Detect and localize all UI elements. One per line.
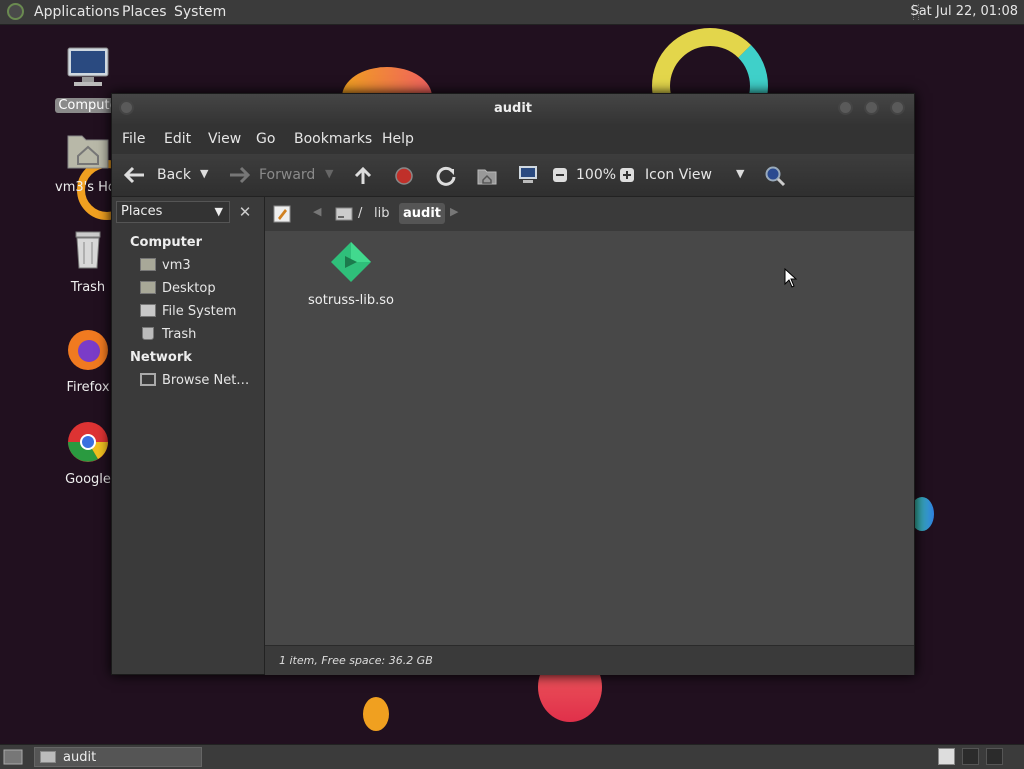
close-sidebar-icon[interactable]: ✕ (234, 201, 256, 223)
sidebar: Places ▼ ✕ Computer vm3 Desktop File Sys… (112, 197, 265, 674)
sidebar-selector-label: Places (121, 204, 163, 219)
drive-icon (140, 304, 156, 317)
sidebar-item-label: Desktop (162, 281, 216, 296)
sidebar-item-label: vm3 (162, 258, 191, 273)
minimize-button[interactable] (838, 100, 853, 115)
zoom-level[interactable]: 100% (576, 167, 616, 183)
clock[interactable]: Sat Jul 22, 01:08 (910, 4, 1018, 19)
maximize-button[interactable] (864, 100, 879, 115)
window-title: audit (493, 101, 532, 116)
drive-icon[interactable] (335, 206, 353, 222)
taskbar-item-audit[interactable]: audit (34, 747, 202, 767)
places-menu[interactable]: Places (122, 4, 167, 20)
menu-edit[interactable]: Edit (164, 131, 191, 147)
edit-location-icon[interactable] (273, 205, 291, 223)
menu-view[interactable]: View (208, 131, 241, 147)
sidebar-item-desktop[interactable]: Desktop (140, 281, 216, 296)
back-button[interactable]: Back (120, 162, 198, 188)
path-scroll-left-icon[interactable]: ◀ (313, 205, 321, 218)
system-menu[interactable]: System (174, 4, 226, 20)
taskbar-item-label: audit (63, 750, 97, 765)
sidebar-item-label: File System (162, 304, 237, 319)
file-view[interactable]: sotruss-lib.so (265, 231, 914, 645)
computer-icon[interactable] (517, 165, 539, 185)
zoom-out-icon[interactable] (552, 167, 568, 183)
path-segment-lib[interactable]: lib (374, 206, 389, 221)
shared-library-icon (331, 242, 371, 282)
up-arrow-icon[interactable] (353, 166, 373, 186)
workspace-2[interactable] (962, 748, 979, 765)
file-item[interactable]: sotruss-lib.so (303, 239, 399, 308)
sidebar-selector[interactable]: Places ▼ (116, 201, 230, 223)
chevron-down-icon: ▼ (736, 167, 745, 180)
forward-label: Forward (259, 167, 316, 183)
file-name: sotruss-lib.so (308, 293, 394, 308)
desktop-folder-icon (140, 281, 156, 294)
show-desktop-icon[interactable] (3, 748, 23, 766)
sidebar-item-browse-network[interactable]: Browse Net… (140, 373, 249, 388)
chrome-icon (68, 422, 108, 462)
workspace-3[interactable] (986, 748, 1003, 765)
zoom-in-icon[interactable] (619, 167, 635, 183)
path-separator: / (358, 206, 363, 221)
menu-bookmarks[interactable]: Bookmarks (294, 131, 372, 147)
sidebar-heading-network: Network (130, 350, 192, 365)
sidebar-item-vm3[interactable]: vm3 (140, 258, 191, 273)
search-icon[interactable] (764, 165, 786, 187)
trash-icon (142, 327, 154, 340)
menu-file[interactable]: File (122, 131, 145, 147)
location-bar: ◀ / lib audit ▶ (265, 197, 914, 231)
home-icon[interactable] (476, 166, 498, 186)
sidebar-heading-computer: Computer (130, 235, 203, 250)
sidebar-item-label: Trash (162, 327, 197, 342)
top-panel: Applications Places System Sat Jul 22, 0… (0, 0, 1024, 25)
forward-button[interactable]: Forward (224, 162, 320, 188)
workspace-1[interactable] (938, 748, 955, 765)
mouse-pointer-icon (784, 268, 798, 288)
sidebar-item-file-system[interactable]: File System (140, 304, 236, 319)
applications-menu[interactable]: Applications (34, 4, 120, 20)
stop-icon[interactable] (394, 166, 414, 186)
computer-icon (67, 47, 109, 86)
path-scroll-right-icon[interactable]: ▶ (450, 205, 458, 218)
back-label: Back (157, 167, 191, 183)
file-manager-window: audit File Edit View Go Bookmarks Help B… (111, 93, 915, 675)
path-segment-audit[interactable]: audit (399, 203, 446, 224)
menubar: File Edit View Go Bookmarks Help (112, 124, 914, 154)
home-folder-icon (140, 258, 156, 271)
bottom-panel: audit (0, 744, 1024, 769)
view-mode-select[interactable]: Icon View ▼ (640, 162, 752, 188)
toolbar: Back ▼ Forward ▼ 100% Icon View ▼ (112, 154, 914, 197)
home-folder-icon (67, 135, 109, 169)
menu-go[interactable]: Go (256, 131, 275, 147)
status-bar: 1 item, Free space: 36.2 GB (265, 645, 914, 675)
back-arrow-icon (124, 166, 144, 184)
trash-icon (75, 231, 101, 269)
chevron-down-icon: ▼ (214, 205, 223, 218)
network-icon (140, 373, 156, 386)
back-history-dropdown-icon[interactable]: ▼ (200, 167, 208, 180)
desktop-wallpaper-blob-small (363, 697, 389, 731)
forward-history-dropdown-icon[interactable]: ▼ (325, 167, 333, 180)
sidebar-item-trash[interactable]: Trash (140, 327, 196, 342)
menu-help[interactable]: Help (382, 131, 414, 147)
status-text: 1 item, Free space: 36.2 GB (279, 654, 433, 667)
folder-icon (40, 751, 56, 763)
view-mode-label: Icon View (645, 167, 712, 183)
forward-arrow-icon (230, 166, 250, 184)
close-button[interactable] (890, 100, 905, 115)
mate-logo-icon[interactable] (7, 3, 24, 20)
firefox-icon (68, 330, 108, 370)
window-titlebar[interactable]: audit (112, 94, 914, 124)
reload-icon[interactable] (435, 165, 457, 187)
sidebar-item-label: Browse Net… (162, 373, 250, 388)
